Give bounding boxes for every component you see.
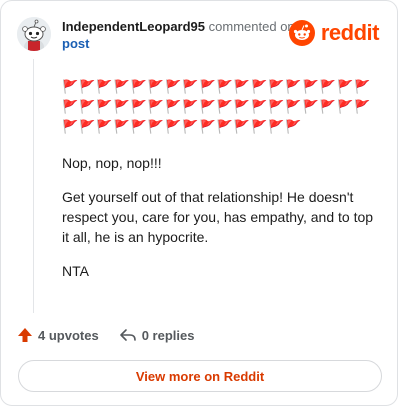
reddit-comment-embed: IndependentLeopard95 commented on post r… (0, 0, 398, 406)
upvote-arrow-icon (18, 328, 32, 342)
reddit-logo-icon (288, 20, 315, 46)
reddit-wordmark: reddit (320, 20, 380, 45)
comment-header: IndependentLeopard95 commented on post (62, 18, 297, 52)
comment-paragraph: Get yourself out of that relationship! H… (62, 189, 374, 245)
user-avatar[interactable] (17, 17, 51, 51)
comment-body: 🚩🚩🚩🚩🚩🚩🚩🚩🚩🚩🚩🚩🚩🚩🚩🚩🚩🚩 🚩🚩🚩🚩🚩🚩🚩🚩🚩🚩🚩🚩🚩🚩🚩🚩🚩🚩 🚩🚩… (62, 77, 382, 281)
reply-button[interactable]: 0 replies (119, 327, 195, 343)
snoo-avatar-icon (17, 17, 51, 51)
comment-actions: 4 upvotes 0 replies (17, 327, 194, 343)
red-flags-line-1: 🚩🚩🚩🚩🚩🚩🚩🚩🚩🚩🚩🚩🚩🚩🚩🚩🚩🚩 (62, 79, 372, 94)
reply-arrow-icon (119, 329, 136, 341)
author-name[interactable]: IndependentLeopard95 (62, 19, 205, 34)
view-more-button[interactable]: View more on Reddit (18, 360, 382, 392)
comment-paragraph: Nop, nop, nop!!! (62, 155, 162, 171)
thread-line (33, 59, 34, 313)
reply-count: 0 replies (141, 327, 195, 343)
red-flags-line-2: 🚩🚩🚩🚩🚩🚩🚩🚩🚩🚩🚩🚩🚩🚩🚩🚩🚩🚩 (62, 99, 372, 114)
comment-paragraph: NTA (62, 263, 89, 279)
upvote-button[interactable]: 4 upvotes (17, 327, 99, 343)
reddit-brand[interactable]: reddit (288, 20, 380, 46)
post-link[interactable]: post (62, 35, 297, 52)
red-flags-line-3: 🚩🚩🚩🚩🚩🚩🚩🚩🚩🚩🚩🚩🚩🚩 (62, 119, 303, 134)
comment-action-text: commented on (208, 19, 295, 34)
upvote-count: 4 upvotes (38, 327, 99, 343)
